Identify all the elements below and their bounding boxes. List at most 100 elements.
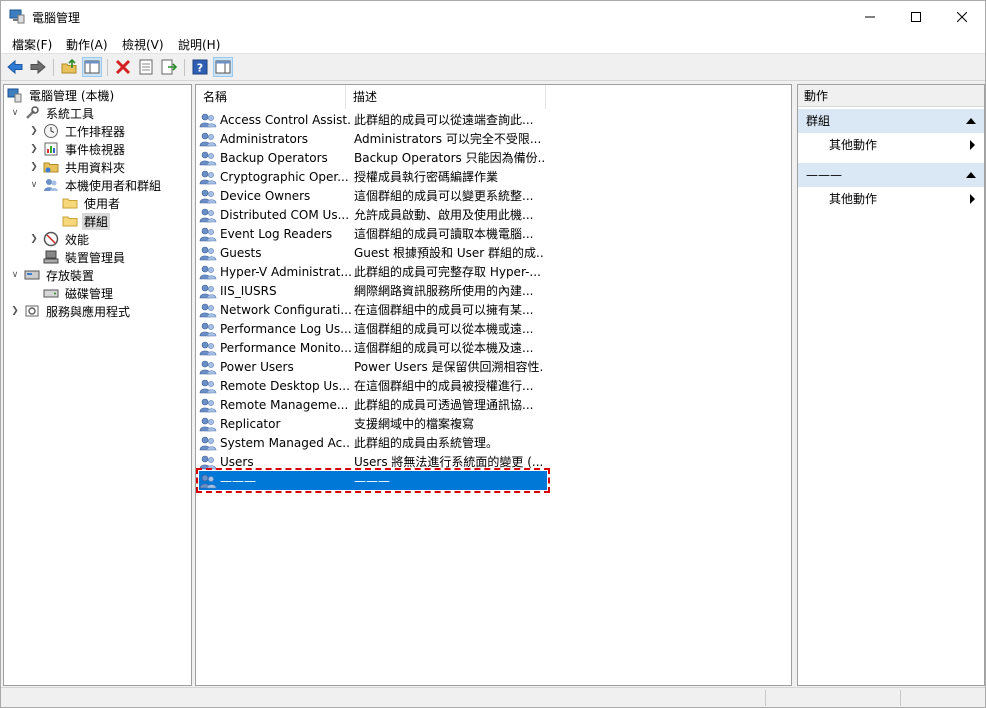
groups-list: 名稱 描述 Access Control Assist... 此群組的成員可以從遠…: [195, 84, 792, 686]
table-row[interactable]: Device Owners 這個群組的成員可以變更系統整...: [199, 186, 547, 205]
group-name: Users: [220, 454, 254, 469]
properties-button[interactable]: [136, 57, 156, 77]
table-row[interactable]: System Managed Ac... 此群組的成員由系統管理。: [199, 433, 547, 452]
close-button[interactable]: [939, 1, 985, 32]
tree-item-local-users-groups[interactable]: ∨ 本機使用者和群組: [28, 176, 163, 194]
back-button[interactable]: [5, 57, 25, 77]
tree-item-device-manager[interactable]: 裝置管理員: [43, 248, 127, 266]
column-header-name[interactable]: 名稱: [196, 85, 346, 109]
expand-chevron-icon[interactable]: ❯: [28, 161, 40, 173]
tree-item-services-applications[interactable]: ❯ 服務與應用程式: [9, 302, 132, 320]
column-header-description[interactable]: 描述: [346, 85, 546, 109]
delete-icon: [115, 59, 131, 75]
collapse-chevron-icon[interactable]: ∨: [9, 269, 21, 281]
table-row[interactable]: Remote Manageme... 此群組的成員可透過管理通訊協...: [199, 395, 547, 414]
tree-item-label: 磁碟管理: [65, 286, 114, 301]
tree-item-groups[interactable]: 群組: [62, 212, 111, 230]
action-section-title: ———: [806, 168, 842, 182]
tree-item-event-viewer[interactable]: ❯ 事件檢視器: [28, 140, 127, 158]
table-row[interactable]: IIS_IUSRS 網際網路資訊服務所使用的內建...: [199, 281, 547, 300]
tree-item-label: 本機使用者和群組: [65, 178, 162, 193]
delete-button[interactable]: [113, 57, 133, 77]
disk-icon: [43, 285, 59, 301]
table-row[interactable]: Distributed COM Us... 允許成員啟動、啟用及使用此機...: [199, 205, 547, 224]
help-button[interactable]: ?: [190, 57, 210, 77]
maximize-button[interactable]: [893, 1, 939, 32]
menu-file[interactable]: 檔案(F): [12, 36, 52, 53]
action-section-selected[interactable]: ———: [798, 163, 984, 187]
table-row[interactable]: Users Users 將無法進行系統面的變更 (...: [199, 452, 547, 471]
group-description: 這個群組的成員可以變更系統整...: [354, 189, 534, 203]
tree-item-computer-management[interactable]: 電腦管理 (本機): [7, 86, 116, 104]
toolbar-separator: [107, 59, 108, 76]
table-row[interactable]: Performance Log Us... 這個群組的成員可以從本機或遠...: [199, 319, 547, 338]
group-name: Replicator: [220, 416, 281, 431]
device-manager-icon: [43, 249, 59, 265]
tree-item-storage[interactable]: ∨ 存放裝置: [9, 266, 96, 284]
toolbar-separator: [184, 59, 185, 76]
collapse-caret-icon[interactable]: [966, 118, 976, 124]
group-description: 網際網路資訊服務所使用的內建...: [354, 284, 534, 298]
table-row[interactable]: Network Configurati... 在這個群組中的成員可以擁有某...: [199, 300, 547, 319]
show-hide-action-pane-button[interactable]: [213, 57, 233, 77]
collapse-chevron-icon[interactable]: ∨: [9, 107, 21, 119]
tools-icon: [24, 105, 40, 121]
storage-icon: [24, 267, 40, 283]
forward-button[interactable]: [28, 57, 48, 77]
group-name: Network Configurati...: [220, 302, 351, 317]
expand-chevron-icon[interactable]: ❯: [9, 305, 21, 317]
tree-item-system-tools[interactable]: ∨ 系統工具: [9, 104, 96, 122]
menu-action[interactable]: 動作(A): [66, 36, 108, 53]
group-icon: [199, 340, 217, 356]
export-icon: [161, 59, 178, 75]
menu-view[interactable]: 檢視(V): [122, 36, 164, 53]
group-name: ———: [220, 473, 256, 488]
submenu-arrow-icon: [970, 194, 975, 204]
show-hide-tree-icon: [84, 60, 100, 74]
menu-help[interactable]: 說明(H): [178, 36, 220, 53]
back-icon: [7, 59, 23, 75]
group-name: Distributed COM Us...: [220, 207, 350, 222]
tree-item-performance[interactable]: ❯ 效能: [28, 230, 91, 248]
export-list-button[interactable]: [159, 57, 179, 77]
action-more-actions[interactable]: 其他動作: [798, 134, 984, 156]
table-row[interactable]: Remote Desktop Us... 在這個群組中的成員被授權進行...: [199, 376, 547, 395]
action-more-actions-selected[interactable]: 其他動作: [798, 188, 984, 210]
tree-item-users[interactable]: 使用者: [62, 194, 122, 212]
expand-chevron-icon[interactable]: ❯: [28, 143, 40, 155]
table-row[interactable]: Administrators Administrators 可以完全不受限...: [199, 129, 547, 148]
table-row[interactable]: Access Control Assist... 此群組的成員可以從遠端查詢此..…: [199, 110, 547, 129]
tree-item-shared-folders[interactable]: ❯ 共用資料夾: [28, 158, 127, 176]
forward-icon: [30, 59, 46, 75]
collapse-caret-icon[interactable]: [966, 172, 976, 178]
group-icon: [199, 378, 217, 394]
expand-chevron-icon[interactable]: ❯: [28, 125, 40, 137]
toolbar-separator: [53, 59, 54, 76]
group-name: Cryptographic Oper...: [220, 169, 349, 184]
minimize-icon: [865, 16, 875, 17]
table-row[interactable]: Backup Operators Backup Operators 只能因為備份.…: [199, 148, 547, 167]
action-section-groups[interactable]: 群組: [798, 109, 984, 133]
show-hide-tree-button[interactable]: [82, 57, 102, 77]
table-row[interactable]: Replicator 支援網域中的檔案複寫: [199, 414, 547, 433]
table-row[interactable]: Performance Monito... 這個群組的成員可以從本機及遠...: [199, 338, 547, 357]
up-folder-button[interactable]: [59, 57, 79, 77]
table-row[interactable]: Hyper-V Administrat... 此群組的成員可完整存取 Hyper-…: [199, 262, 547, 281]
group-name: Power Users: [220, 359, 294, 374]
table-row-selected[interactable]: ——— ———: [196, 468, 550, 493]
folder-icon: [62, 195, 78, 211]
table-row[interactable]: Event Log Readers 這個群組的成員可讀取本機電腦...: [199, 224, 547, 243]
table-row[interactable]: Power Users Power Users 是保留供回溯相容性...: [199, 357, 547, 376]
tree-item-disk-management[interactable]: 磁碟管理: [43, 284, 115, 302]
collapse-chevron-icon[interactable]: ∨: [28, 179, 40, 191]
services-icon: [24, 303, 40, 319]
minimize-button[interactable]: [847, 1, 893, 32]
group-icon: [199, 283, 217, 299]
group-description: 此群組的成員可透過管理通訊協...: [354, 398, 534, 412]
table-row[interactable]: Guests Guest 根據預設和 User 群組的成...: [199, 243, 547, 262]
table-row[interactable]: Cryptographic Oper... 授權成員執行密碼編譯作業: [199, 167, 547, 186]
tree-item-task-scheduler[interactable]: ❯ 工作排程器: [28, 122, 127, 140]
group-icon: [199, 359, 217, 375]
expand-chevron-icon[interactable]: ❯: [28, 233, 40, 245]
group-icon: [199, 131, 217, 147]
